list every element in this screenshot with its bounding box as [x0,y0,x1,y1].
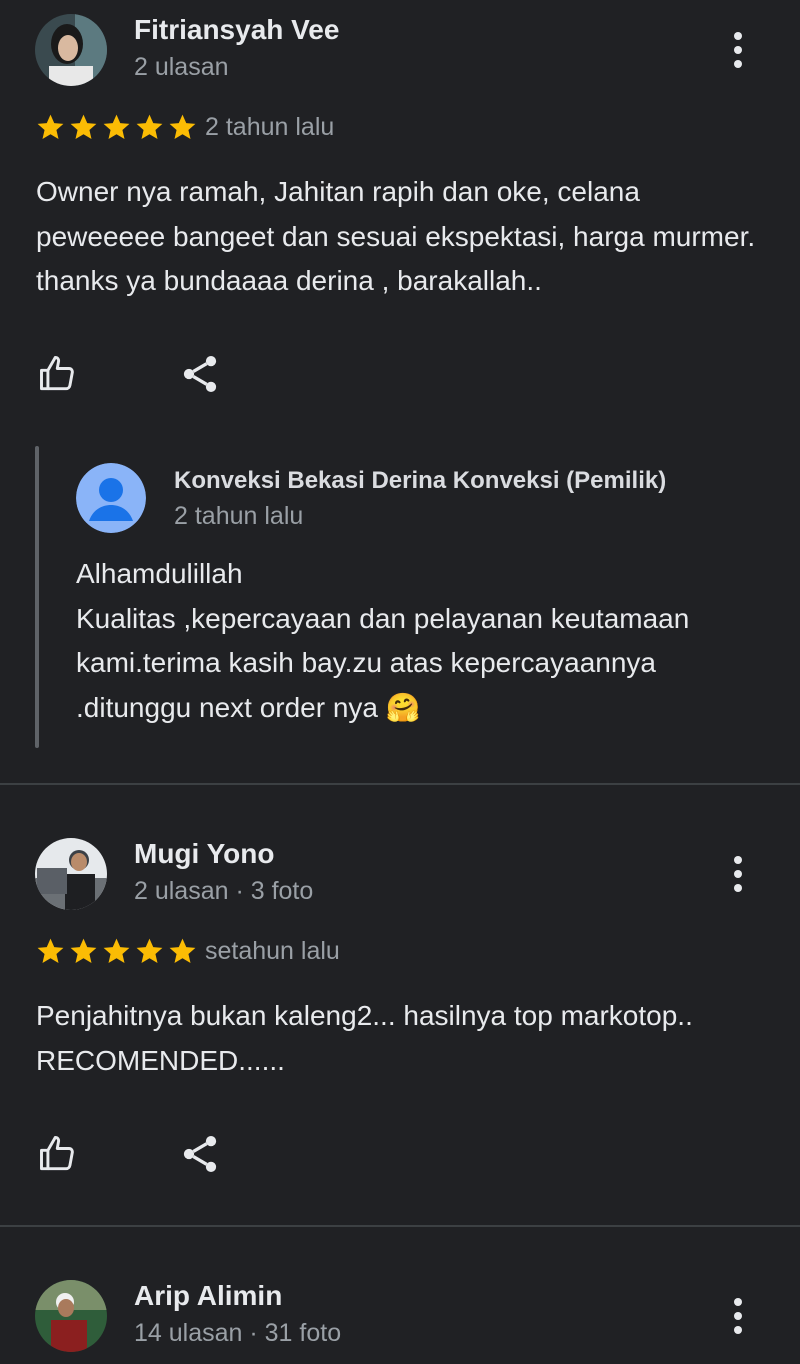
star-rating [35,936,198,967]
reply-time: 2 tahun lalu [174,502,304,530]
reviewer-name[interactable]: Arip Alimin [134,1280,282,1312]
reviewer-name[interactable]: Mugi Yono [134,838,275,870]
star-icon [136,938,163,963]
divider [0,783,800,785]
star-icon [37,938,64,963]
more-options-icon[interactable] [718,1292,758,1340]
share-icon[interactable] [178,352,222,396]
avatar[interactable] [35,838,107,910]
reply-indicator [35,446,39,748]
star-icon [70,938,97,963]
review-text: Owner nya ramah, Jahitan rapih dan oke, … [36,176,756,296]
owner-avatar [76,463,146,533]
star-icon [70,114,97,139]
star-icon [37,114,64,139]
star-icon [169,938,196,963]
like-icon[interactable] [36,1132,80,1176]
avatar[interactable] [35,14,107,86]
more-options-icon[interactable] [718,850,758,898]
divider [0,1225,800,1227]
reviewer-meta: 2 ulasan · 3 foto [134,877,314,905]
reply-text: Alhamdulillah Kualitas ,kepercayaan dan … [76,558,690,723]
like-icon[interactable] [36,352,80,396]
review-text: Penjahitnya bukan kaleng2... hasilnya to… [36,1000,693,1076]
avatar[interactable] [35,1280,107,1352]
more-options-icon[interactable] [718,26,758,74]
star-icon [103,938,130,963]
star-icon [136,114,163,139]
review-time: 2 tahun lalu [205,113,335,141]
reviewer-meta: 14 ulasan · 31 foto [134,1319,342,1347]
review-time: setahun lalu [205,937,340,965]
star-rating [35,112,198,143]
reviewer-meta: 2 ulasan [134,53,229,81]
reviewer-name[interactable]: Fitriansyah Vee [134,14,339,46]
star-icon [169,114,196,139]
star-icon [103,114,130,139]
owner-name: Konveksi Bekasi Derina Konveksi (Pemilik… [174,467,667,494]
share-icon[interactable] [178,1132,222,1176]
